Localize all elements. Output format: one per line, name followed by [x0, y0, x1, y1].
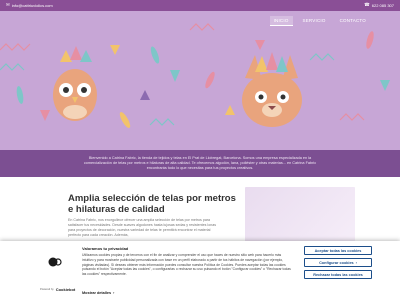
cookiebot-logo-icon [48, 257, 62, 267]
reject-all-cookies-button[interactable]: Rechazar todas las cookies [304, 270, 372, 279]
show-details-label[interactable]: Mostrar detalles [82, 291, 111, 295]
email-text[interactable]: info@cattriuviolics.com [12, 3, 53, 8]
cookie-title: Valoramos tu privacidad [82, 246, 129, 251]
intro-text: Bienvenido a Catrina Fabric, la tienda d… [83, 156, 317, 170]
nav-item-servicio[interactable]: SERVICIO [299, 16, 330, 26]
nav-item-inicio[interactable]: INICIO [269, 16, 293, 26]
phone-icon: ☎ [364, 2, 370, 8]
nav-item-contacto[interactable]: CONTACTO [336, 16, 370, 26]
configure-cookies-label[interactable]: Configurar cookies [319, 261, 354, 265]
contact-phone[interactable]: ☎ 622 085 307 [364, 3, 394, 8]
powered-by: Powered by Cookiebot [40, 287, 75, 292]
show-details-link[interactable]: Mostrar detalles › [82, 291, 114, 295]
contact-email[interactable]: ✉ info@cattriuviolics.com [6, 3, 53, 8]
section-title: Amplia selección de telas por metros e h… [68, 193, 236, 215]
cookiebot-brand[interactable]: Cookiebot [56, 287, 76, 292]
accept-all-cookies-button[interactable]: Aceptar todas las cookies [304, 246, 372, 255]
top-info-bar: ✉ info@cattriuviolics.com ☎ 622 085 307 [0, 0, 400, 11]
powered-by-label: Powered by [40, 288, 54, 291]
chevron-right-icon: › [355, 260, 357, 265]
main-navigation: INICIO SERVICIO CONTACTO [0, 11, 400, 27]
configure-cookies-button[interactable]: Configurar cookies › [304, 258, 372, 267]
intro-band: Bienvenido a Catrina Fabric, la tienda d… [0, 150, 400, 177]
fabric-image [245, 187, 355, 247]
envelope-icon: ✉ [6, 2, 10, 8]
section-body: En Catrina Fabric, nos enorgullece ofrec… [68, 218, 217, 237]
chevron-right-icon: › [113, 291, 115, 295]
phone-text[interactable]: 622 085 307 [372, 3, 394, 8]
cookie-text: Utilizamos cookies propias y de terceros… [82, 253, 291, 277]
cookie-consent-banner: Powered by Cookiebot Valoramos tu privac… [0, 241, 400, 300]
